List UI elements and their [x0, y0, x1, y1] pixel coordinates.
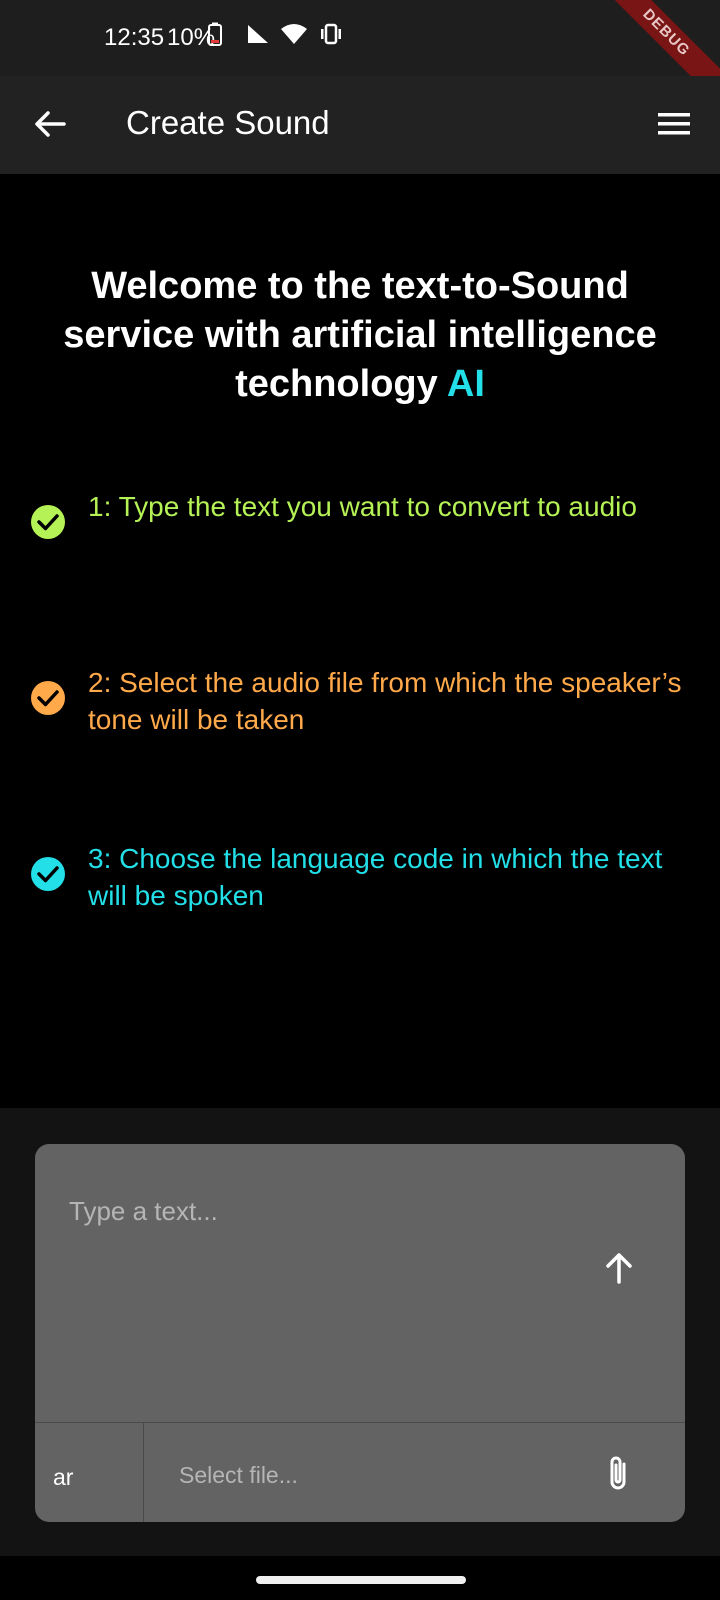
check-circle-icon [31, 857, 65, 891]
status-icons [208, 22, 344, 46]
page-title: Create Sound [126, 104, 330, 141]
language-code-field[interactable]: ar [53, 1464, 73, 1491]
back-button[interactable] [30, 104, 70, 144]
hamburger-menu-icon [658, 113, 690, 135]
step-text: 3: Choose the language code in which the… [88, 843, 663, 911]
status-bar: 12:35 10% DEBUG [0, 0, 720, 113]
battery-icon [208, 22, 222, 46]
file-select-field[interactable]: Select file... [179, 1462, 298, 1489]
send-button[interactable] [595, 1244, 643, 1292]
step-text: 2: Select the audio file from which the … [88, 667, 682, 735]
check-circle-icon [31, 505, 65, 539]
home-indicator[interactable] [256, 1576, 466, 1584]
welcome-text: Welcome to the text-to-Sound service wit… [63, 265, 657, 405]
vibrate-icon [321, 23, 341, 45]
paperclip-icon [610, 1456, 626, 1490]
welcome-ai-highlight: AI [446, 363, 485, 405]
status-time: 12:35 [104, 24, 165, 51]
check-circle-icon [31, 681, 65, 715]
text-input[interactable] [35, 1144, 685, 1422]
wifi-icon [281, 24, 307, 44]
composer-divider [35, 1422, 685, 1423]
welcome-heading: Welcome to the text-to-Sound service wit… [30, 262, 690, 409]
app-bar: Create Sound [0, 76, 720, 174]
arrow-left-icon [35, 111, 66, 137]
composer-divider [143, 1423, 144, 1522]
attach-file-button[interactable] [595, 1450, 641, 1496]
signal-icon [248, 25, 268, 43]
menu-button[interactable] [654, 106, 694, 142]
arrow-up-icon [606, 1253, 632, 1284]
step-text: 1: Type the text you want to convert to … [88, 491, 637, 522]
composer-card: ar Select file... [35, 1144, 685, 1522]
